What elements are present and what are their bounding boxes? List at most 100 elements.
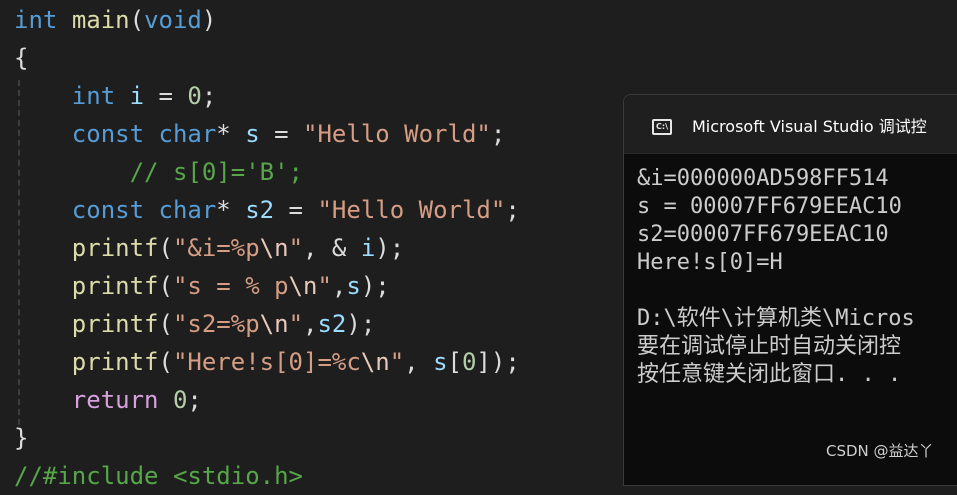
code-token: i	[129, 82, 145, 110]
code-token: "	[389, 348, 405, 376]
code-token: s	[346, 272, 361, 300]
console-output-line: D:\软件\计算机类\Micros	[637, 306, 915, 331]
code-token: }	[14, 424, 29, 452]
code-line[interactable]: // s[0]='B';	[14, 153, 303, 191]
code-token: int	[71, 82, 116, 110]
code-token: ,	[331, 272, 347, 300]
code-line[interactable]: //#include <stdio.h>	[14, 457, 303, 495]
code-token: ;	[490, 120, 506, 148]
code-line[interactable]: return 0;	[14, 381, 202, 419]
code-token: "s = % p	[172, 272, 289, 300]
code-line[interactable]: const char* s2 = "Hello World";	[14, 191, 520, 229]
code-token: );	[360, 272, 390, 300]
code-token: main	[71, 6, 130, 34]
code-token: \n	[288, 272, 318, 300]
code-token: "Here!s[0]=%c	[172, 348, 361, 376]
code-token: ;	[201, 82, 217, 110]
code-token: (	[158, 348, 173, 376]
code-token: , &	[303, 234, 361, 262]
code-token: printf	[71, 348, 159, 376]
code-token: ;	[187, 386, 202, 414]
code-line[interactable]: printf("s2=%p\n",s2);	[14, 305, 375, 343]
code-token: *	[216, 196, 246, 224]
code-token: );	[346, 310, 376, 338]
console-output-line: s = 00007FF679EEAC10	[637, 194, 902, 219]
code-token: ]);	[476, 348, 520, 376]
code-token: )	[201, 6, 217, 34]
code-token: =	[144, 82, 188, 110]
code-token: \n	[259, 234, 289, 262]
code-token: (	[158, 310, 173, 338]
code-token: char	[158, 196, 217, 224]
code-token: 0	[187, 82, 202, 110]
console-output-line: 按任意键关闭此窗口. . .	[637, 362, 902, 387]
code-line[interactable]: }	[14, 419, 28, 457]
code-token: =	[274, 196, 318, 224]
code-token: int	[14, 6, 58, 34]
console-icon: C:\	[652, 119, 672, 135]
code-token: {	[14, 44, 29, 72]
code-token: *	[216, 120, 246, 148]
code-line[interactable]: printf("&i=%p\n", & i);	[14, 229, 404, 267]
code-token: s2	[317, 310, 347, 338]
code-token: "Hello World"	[303, 120, 491, 148]
code-line[interactable]: const char* s = "Hello World";	[14, 115, 506, 153]
code-line[interactable]: int main(void)	[14, 1, 216, 39]
code-token: //#include <stdio.h>	[14, 462, 303, 490]
code-token: \n	[360, 348, 390, 376]
watermark: CSDN @益达丫	[826, 442, 934, 460]
console-icon-glyph: C:\	[656, 122, 668, 131]
code-token: s	[433, 348, 448, 376]
code-token: "s2=%p	[172, 310, 260, 338]
code-token: printf	[71, 272, 159, 300]
code-token: ,	[404, 348, 434, 376]
code-token: "Hello World"	[317, 196, 506, 224]
code-token: i	[360, 234, 376, 262]
code-line[interactable]: printf("s = % p\n",s);	[14, 267, 390, 305]
code-token: "	[317, 272, 332, 300]
code-token: const	[71, 196, 145, 224]
code-token: (	[158, 272, 173, 300]
console-output-line: 要在调试停止时自动关闭控	[637, 334, 902, 359]
code-token: "&i=%p	[172, 234, 260, 262]
console-output-line: Here!s[0]=H	[637, 250, 783, 275]
console-output-line: &i=000000AD598FF514	[637, 166, 889, 191]
code-token: // s[0]='B';	[14, 158, 303, 186]
code-line[interactable]: {	[14, 39, 28, 77]
code-token: (	[129, 6, 145, 34]
code-line[interactable]: int i = 0;	[14, 77, 217, 115]
debug-console-window[interactable]: C:\ Microsoft Visual Studio 调试控 &i=00000…	[623, 94, 957, 486]
console-title: Microsoft Visual Studio 调试控	[692, 117, 927, 136]
code-token: ,	[303, 310, 318, 338]
code-line[interactable]: printf("Here!s[0]=%c\n", s[0]);	[14, 343, 520, 381]
code-token: 0	[172, 386, 188, 414]
code-token: s2	[245, 196, 275, 224]
console-output-line: s2=00007FF679EEAC10	[637, 222, 889, 247]
code-token: return	[71, 386, 159, 414]
code-token: "	[288, 234, 304, 262]
code-token: char	[158, 120, 217, 148]
code-token: );	[375, 234, 405, 262]
code-token: s	[245, 120, 260, 148]
code-token: printf	[71, 310, 159, 338]
code-token: =	[259, 120, 304, 148]
code-token: void	[144, 6, 202, 34]
console-titlebar[interactable]: C:\ Microsoft Visual Studio 调试控	[624, 95, 957, 154]
code-token: \n	[259, 310, 289, 338]
code-token: ;	[505, 196, 520, 224]
code-token: const	[71, 120, 145, 148]
code-token: [	[447, 348, 462, 376]
